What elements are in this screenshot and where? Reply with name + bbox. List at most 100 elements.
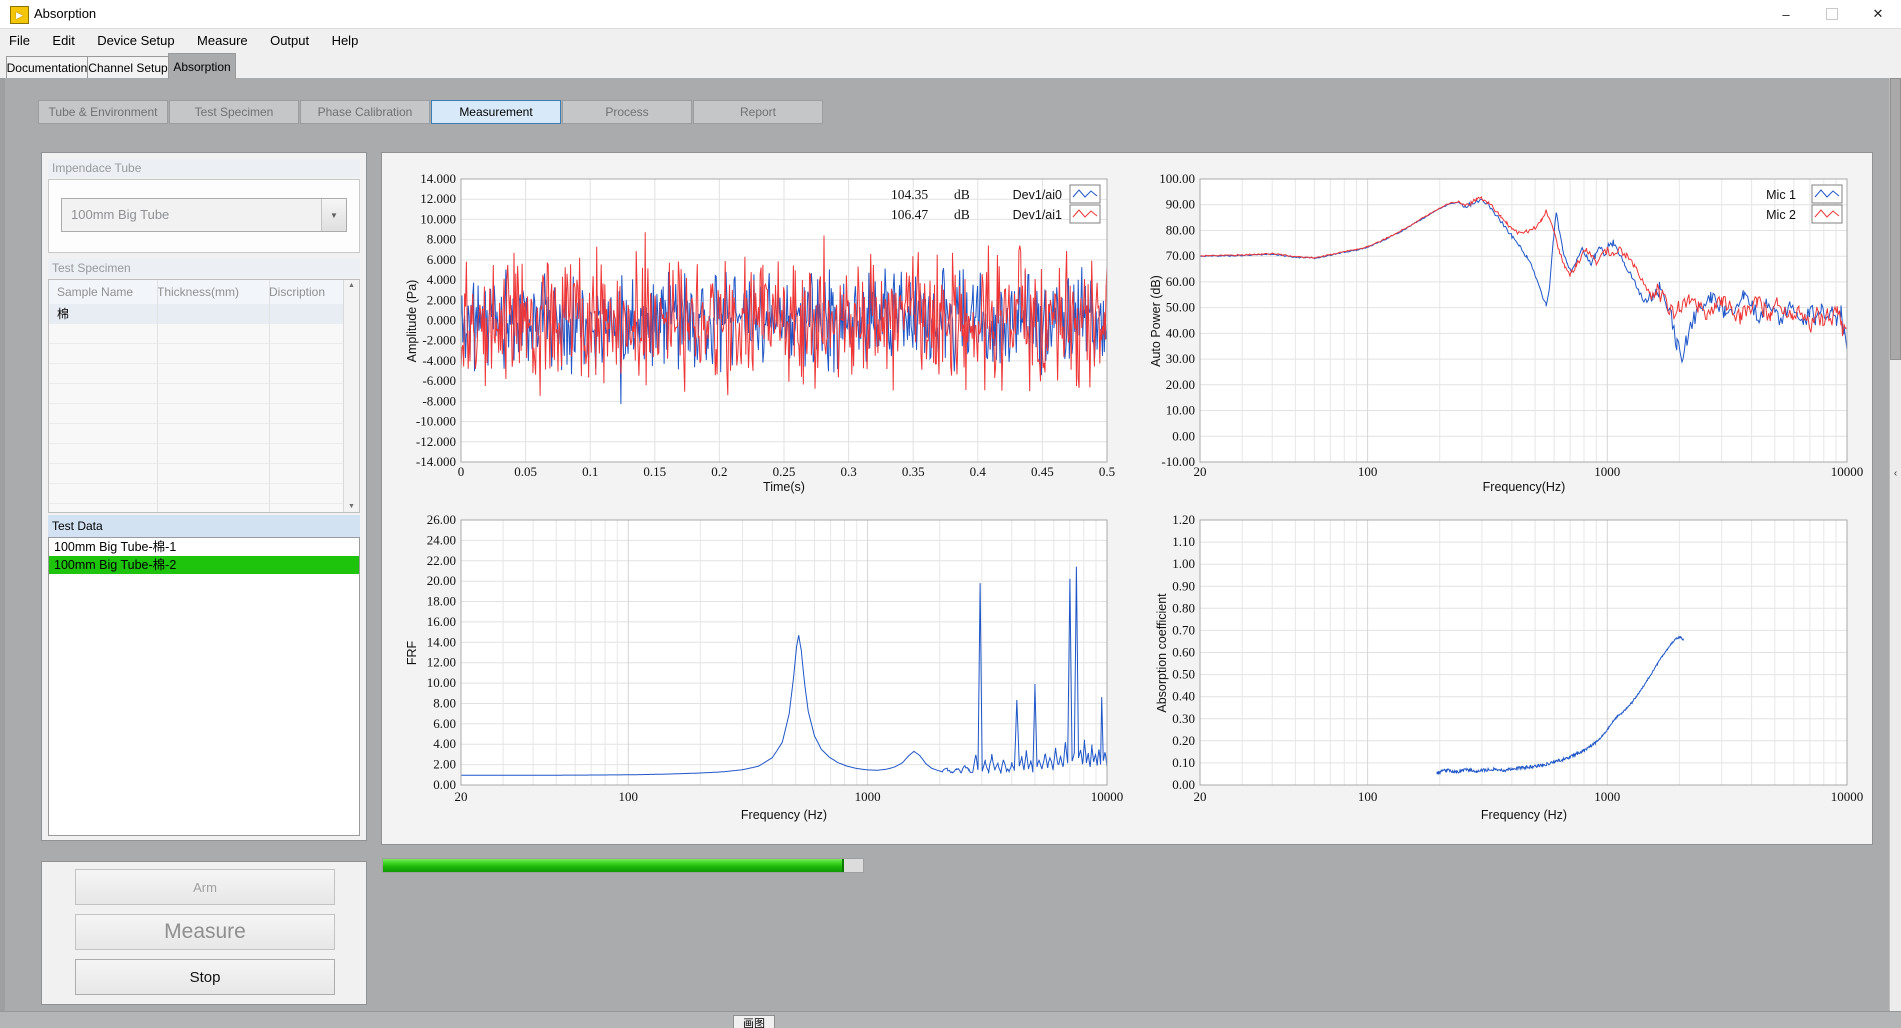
test-data-header: Test Data (48, 515, 360, 537)
svg-text:0.30: 0.30 (1172, 711, 1195, 726)
svg-text:10.00: 10.00 (427, 675, 456, 690)
svg-text:1000: 1000 (1594, 789, 1620, 804)
svg-text:0.25: 0.25 (773, 464, 796, 479)
control-buttons-panel: Arm Measure Stop (41, 861, 367, 1005)
subtab-process[interactable]: Process (562, 100, 692, 124)
svg-text:100: 100 (1358, 789, 1378, 804)
chart-frf: 0.002.004.006.008.0010.0012.0014.0016.00… (394, 502, 1124, 834)
menu-output[interactable]: Output (261, 29, 318, 53)
svg-text:Mic 1: Mic 1 (1766, 188, 1796, 202)
svg-text:-2.000: -2.000 (422, 333, 456, 348)
tab-absorption[interactable]: Absorption (168, 53, 236, 79)
svg-text:0.5: 0.5 (1099, 464, 1115, 479)
svg-text:dB: dB (954, 187, 970, 202)
progress-fill (383, 859, 844, 872)
menu-measure[interactable]: Measure (188, 29, 257, 53)
menu-edit[interactable]: Edit (43, 29, 83, 53)
chevron-down-icon[interactable]: ▼ (321, 199, 346, 231)
svg-text:1000: 1000 (855, 789, 881, 804)
arm-button[interactable]: Arm (75, 869, 335, 905)
svg-text:Frequency (Hz): Frequency (Hz) (741, 808, 827, 822)
window-title: Absorption (34, 6, 96, 21)
svg-text:20: 20 (455, 789, 468, 804)
scroll-up-icon[interactable]: ▲ (344, 282, 359, 289)
svg-text:2.00: 2.00 (433, 757, 456, 772)
collapse-arrow-icon[interactable]: ‹ (1890, 468, 1901, 479)
maximize-icon (1826, 8, 1838, 20)
svg-text:16.00: 16.00 (427, 614, 456, 629)
svg-text:0.00: 0.00 (1172, 777, 1195, 792)
svg-text:10000: 10000 (1091, 789, 1124, 804)
scroll-down-icon[interactable]: ▼ (344, 503, 359, 510)
menu-help[interactable]: Help (323, 29, 368, 53)
table-row[interactable]: 棉 (49, 304, 344, 324)
svg-text:12.00: 12.00 (427, 655, 456, 670)
subtab-test-specimen[interactable]: Test Specimen (169, 100, 299, 124)
menu-file[interactable]: File (0, 29, 39, 53)
svg-text:104.35: 104.35 (891, 187, 928, 202)
svg-text:40.00: 40.00 (1166, 325, 1195, 340)
column-discription: Discription (269, 285, 344, 299)
svg-text:0.60: 0.60 (1172, 645, 1195, 660)
subtab-report[interactable]: Report (693, 100, 823, 124)
menu-bar: File Edit Device Setup Measure Output He… (0, 29, 1901, 53)
svg-text:26.00: 26.00 (427, 512, 456, 527)
svg-text:14.00: 14.00 (427, 634, 456, 649)
chart-auto-power: -10.000.0010.0020.0030.0040.0050.0060.00… (1134, 161, 1864, 506)
svg-text:-6.000: -6.000 (422, 373, 456, 388)
chart-time-waveform: -14.000-12.000-10.000-8.000-6.000-4.000-… (394, 161, 1124, 506)
svg-text:0.40: 0.40 (1172, 689, 1195, 704)
svg-text:4.000: 4.000 (427, 272, 456, 287)
subtab-measurement[interactable]: Measurement (431, 100, 561, 124)
svg-text:-4.000: -4.000 (422, 353, 456, 368)
svg-text:-12.000: -12.000 (416, 434, 456, 449)
svg-text:106.47: 106.47 (891, 207, 928, 222)
svg-text:10000: 10000 (1831, 464, 1864, 479)
list-item-selected[interactable]: 100mm Big Tube-棉-2 (49, 556, 359, 574)
left-panel: Impendace Tube 100mm Big Tube ▼ Test Spe… (41, 152, 367, 841)
column-sample-name: Sample Name (49, 285, 157, 299)
svg-text:FRF: FRF (405, 640, 419, 665)
svg-text:24.00: 24.00 (427, 532, 456, 547)
svg-text:-14.000: -14.000 (416, 454, 456, 469)
svg-text:18.00: 18.00 (427, 594, 456, 609)
bottom-tab-draw[interactable]: 画图 (733, 1015, 775, 1028)
list-item[interactable]: 100mm Big Tube-棉-1 (49, 538, 359, 556)
svg-text:30.00: 30.00 (1166, 351, 1195, 366)
minimize-button[interactable]: – (1763, 0, 1809, 28)
menu-device-setup[interactable]: Device Setup (88, 29, 183, 53)
main-tab-bar: Documentation Channel Setup Absorption (0, 53, 1901, 78)
tab-channel-setup[interactable]: Channel Setup (87, 56, 169, 79)
close-button[interactable]: ✕ (1855, 0, 1901, 28)
svg-text:1.20: 1.20 (1172, 512, 1195, 527)
svg-text:0.3: 0.3 (840, 464, 856, 479)
svg-text:20.00: 20.00 (1166, 377, 1195, 392)
svg-text:20.00: 20.00 (427, 573, 456, 588)
impedance-tube-dropdown[interactable]: 100mm Big Tube ▼ (61, 198, 347, 232)
measure-button[interactable]: Measure (75, 914, 335, 950)
svg-text:Frequency (Hz): Frequency (Hz) (1481, 808, 1567, 822)
title-bar: ▶ Absorption – ✕ (0, 0, 1901, 29)
impedance-tube-header: Impendace Tube (48, 159, 360, 177)
svg-text:1.10: 1.10 (1172, 534, 1195, 549)
chart-absorption-coefficient: 0.000.100.200.300.400.500.600.700.800.90… (1134, 502, 1864, 834)
progress-bar (382, 858, 864, 873)
subtab-tube-environment[interactable]: Tube & Environment (38, 100, 168, 124)
maximize-button[interactable] (1809, 0, 1855, 28)
vertical-scrollbar[interactable]: ‹ (1889, 78, 1901, 1012)
scrollbar-thumb[interactable] (1890, 78, 1901, 360)
stop-button[interactable]: Stop (75, 959, 335, 995)
subtab-phase-calibration[interactable]: Phase Calibration (300, 100, 430, 124)
test-specimen-table[interactable]: Sample Name Thickness(mm) Discription 棉 … (48, 279, 360, 513)
svg-text:14.000: 14.000 (420, 171, 456, 186)
tab-documentation[interactable]: Documentation (6, 56, 88, 79)
test-data-list[interactable]: 100mm Big Tube-棉-1 100mm Big Tube-棉-2 (48, 537, 360, 836)
svg-text:0.90: 0.90 (1172, 578, 1195, 593)
svg-text:8.000: 8.000 (427, 232, 456, 247)
svg-text:-10.000: -10.000 (416, 414, 456, 429)
table-scrollbar[interactable]: ▲ ▼ (343, 280, 359, 512)
svg-text:80.00: 80.00 (1166, 223, 1195, 238)
svg-text:0.70: 0.70 (1172, 622, 1195, 637)
svg-text:0.10: 0.10 (1172, 755, 1195, 770)
svg-text:60.00: 60.00 (1166, 274, 1195, 289)
